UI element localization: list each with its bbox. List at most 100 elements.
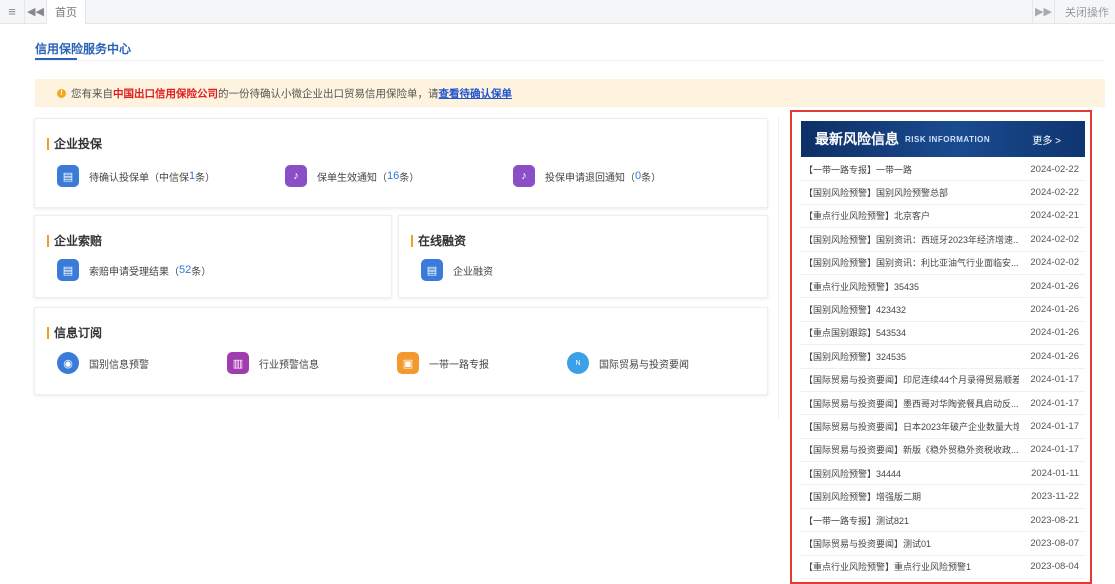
risk-item-date: 2023-08-04 bbox=[1030, 561, 1079, 573]
risk-item-date: 2024-02-22 bbox=[1030, 163, 1079, 175]
industry-alert-item[interactable]: ▥ 行业预警信息 bbox=[227, 352, 319, 374]
country-alert-item[interactable]: ◉ 国别信息预警 bbox=[57, 352, 149, 374]
risk-subtitle: RISK INFORMATION bbox=[905, 134, 991, 144]
risk-item-title[interactable]: 【国别风险预警】国别风险预警总部 bbox=[804, 186, 948, 199]
risk-item-date: 2024-02-02 bbox=[1030, 233, 1079, 245]
risk-item-title[interactable]: 【重点行业风险预警】北京客户 bbox=[804, 209, 930, 222]
risk-item-date: 2024-01-26 bbox=[1030, 350, 1079, 362]
risk-item-date: 2024-01-11 bbox=[1031, 467, 1079, 479]
risk-info-panel: 最新风险信息 RISK INFORMATION 更多 > 【一带一路专报】一带一… bbox=[790, 110, 1092, 584]
warning-icon: ! bbox=[57, 88, 66, 98]
subscribe-card: 信息订阅 ◉ 国别信息预警 ▥ 行业预警信息 ▣ 一带一路专报 N 国际贸易与投… bbox=[34, 307, 768, 395]
risk-item-date: 2023-08-07 bbox=[1030, 537, 1079, 549]
risk-list-item[interactable]: 【国际贸易与投资要闻】日本2023年破产企业数量大增 2024-01-17 bbox=[801, 415, 1085, 439]
risk-title: 最新风险信息 bbox=[815, 131, 899, 147]
risk-list-item[interactable]: 【国别风险预警】国别风险预警总部 2024-02-22 bbox=[801, 181, 1085, 205]
finance-document-icon: ▤ bbox=[421, 259, 443, 281]
risk-item-title[interactable]: 【国别风险预警】增强版二期 bbox=[804, 490, 921, 503]
claim-card-title: 企业索赔 bbox=[47, 232, 102, 249]
risk-list-item[interactable]: 【重点国别跟踪】543534 2024-01-26 bbox=[801, 322, 1085, 346]
risk-header: 最新风险信息 RISK INFORMATION 更多 > bbox=[801, 121, 1085, 157]
risk-list-item[interactable]: 【国际贸易与投资要闻】测试01 2023-08-07 bbox=[801, 532, 1085, 556]
trade-news-item[interactable]: N 国际贸易与投资要闻 bbox=[567, 352, 689, 374]
document-check-icon: ▤ bbox=[57, 165, 79, 187]
pending-insure-item[interactable]: ▤ 待确认投保单（中信保 1 条） bbox=[57, 165, 215, 187]
risk-list-item[interactable]: 【国别风险预警】34444 2024-01-11 bbox=[801, 462, 1085, 486]
clipboard-icon: ▤ bbox=[57, 259, 79, 281]
claim-card: 企业索赔 ▤ 索赔申请受理结果（ 52 条） bbox=[34, 215, 392, 298]
view-pending-policy-link[interactable]: 查看待确认保单 bbox=[439, 86, 513, 101]
risk-item-title[interactable]: 【重点国别跟踪】543534 bbox=[804, 326, 906, 339]
menu-icon[interactable]: ≡ bbox=[0, 0, 24, 24]
risk-list-item[interactable]: 【国别风险预警】324535 2024-01-26 bbox=[801, 345, 1085, 369]
risk-list-item[interactable]: 【重点行业风险预警】重点行业风险预警1 2023-08-04 bbox=[801, 556, 1085, 580]
risk-list-item[interactable]: 【国际贸易与投资要闻】墨西哥对华陶瓷餐具启动反... 2024-01-17 bbox=[801, 392, 1085, 416]
risk-item-title[interactable]: 【国别风险预警】423432 bbox=[804, 303, 906, 316]
risk-list-item[interactable]: 【重点行业风险预警】35435 2024-01-26 bbox=[801, 275, 1085, 299]
tab-scroll-left-icon[interactable]: ◀◀ bbox=[24, 0, 46, 24]
risk-item-title[interactable]: 【国别风险预警】国别资讯：西班牙2023年经济增速... bbox=[804, 233, 1019, 246]
risk-item-title[interactable]: 【重点行业风险预警】35435 bbox=[804, 280, 919, 293]
risk-item-date: 2023-08-21 bbox=[1030, 514, 1079, 526]
risk-item-title[interactable]: 【国际贸易与投资要闻】印尼连续44个月录得贸易顺差 bbox=[804, 373, 1019, 386]
risk-item-title[interactable]: 【一带一路专报】测试821 bbox=[804, 514, 909, 527]
risk-item-title[interactable]: 【国别风险预警】324535 bbox=[804, 350, 906, 363]
risk-item-title[interactable]: 【国际贸易与投资要闻】日本2023年破产企业数量大增 bbox=[804, 420, 1019, 433]
risk-item-date: 2024-02-02 bbox=[1030, 257, 1079, 269]
policy-effective-item[interactable]: ♪ 保单生效通知（ 16 条） bbox=[285, 165, 419, 187]
risk-item-title[interactable]: 【一带一路专报】一带一路 bbox=[804, 163, 912, 176]
close-operations-button[interactable]: 关闭操作 bbox=[1054, 0, 1115, 24]
risk-item-date: 2024-01-26 bbox=[1030, 280, 1079, 292]
risk-item-date: 2024-01-17 bbox=[1030, 444, 1079, 456]
risk-item-date: 2024-01-17 bbox=[1030, 397, 1079, 409]
notice-company: 中国出口信用保险公司 bbox=[113, 87, 218, 100]
subscribe-card-title: 信息订阅 bbox=[47, 324, 102, 341]
risk-list-item[interactable]: 【一带一路专报】一带一路 2024-02-22 bbox=[801, 158, 1085, 182]
risk-list-item[interactable]: 【国别风险预警】国别资讯：利比亚油气行业面临安... 2024-02-02 bbox=[801, 252, 1085, 275]
title-divider bbox=[35, 60, 1105, 61]
insure-returned-item[interactable]: ♪ 投保申请退回通知（ 0 条） bbox=[513, 165, 661, 187]
risk-item-title[interactable]: 【国别风险预警】国别资讯：利比亚油气行业面临安... bbox=[804, 256, 1019, 269]
risk-list-item[interactable]: 【国际贸易与投资要闻】印尼连续44个月录得贸易顺差 2024-01-17 bbox=[801, 369, 1085, 392]
risk-item-date: 2023-11-22 bbox=[1031, 491, 1079, 503]
risk-item-title[interactable]: 【国际贸易与投资要闻】墨西哥对华陶瓷餐具启动反... bbox=[804, 397, 1019, 410]
notice-banner: ! 您有来自 中国出口信用保险公司 的一份待确认小微企业出口贸易信用保险单，请 … bbox=[35, 79, 1105, 107]
belt-road-report-item[interactable]: ▣ 一带一路专报 bbox=[397, 352, 489, 374]
risk-item-date: 2024-01-26 bbox=[1030, 304, 1079, 316]
risk-item-title[interactable]: 【国际贸易与投资要闻】新版《稳外贸稳外资税收政... bbox=[804, 443, 1019, 456]
risk-list-item[interactable]: 【国别风险预警】国别资讯：西班牙2023年经济增速... 2024-02-02 bbox=[801, 228, 1085, 252]
risk-list: 【一带一路专报】一带一路 2024-02-22 【国别风险预警】国别风险预警总部 20… bbox=[801, 158, 1085, 580]
risk-item-date: 2024-02-21 bbox=[1030, 210, 1079, 222]
bell-icon: ♪ bbox=[285, 165, 307, 187]
finance-card-title: 在线融资 bbox=[411, 232, 466, 249]
column-divider bbox=[778, 118, 779, 418]
page-title: 信用保险服务中心 bbox=[35, 42, 132, 56]
tab-scroll-right-icon[interactable]: ▶▶ bbox=[1032, 0, 1054, 24]
bell-icon: ♪ bbox=[513, 165, 535, 187]
claim-result-item[interactable]: ▤ 索赔申请受理结果（ 52 条） bbox=[57, 259, 211, 281]
risk-item-title[interactable]: 【国际贸易与投资要闻】测试01 bbox=[804, 537, 931, 550]
risk-item-title[interactable]: 【重点行业风险预警】重点行业风险预警1 bbox=[804, 560, 971, 573]
risk-item-date: 2024-01-26 bbox=[1030, 327, 1079, 339]
risk-more-link[interactable]: 更多 > bbox=[1032, 132, 1061, 147]
risk-list-item[interactable]: 【国别风险预警】423432 2024-01-26 bbox=[801, 298, 1085, 322]
risk-list-item[interactable]: 【重点行业风险预警】北京客户 2024-02-21 bbox=[801, 205, 1085, 229]
finance-card: 在线融资 ▤ 企业融资 bbox=[398, 215, 768, 298]
risk-item-title[interactable]: 【国别风险预警】34444 bbox=[804, 467, 901, 480]
report-icon: ▣ bbox=[397, 352, 419, 374]
tab-bar: ≡ ◀◀ 首页 ▶▶ 关闭操作 bbox=[0, 0, 1115, 24]
risk-item-date: 2024-01-17 bbox=[1030, 374, 1079, 386]
enterprise-finance-item[interactable]: ▤ 企业融资 bbox=[421, 259, 493, 281]
risk-list-item[interactable]: 【国别风险预警】增强版二期 2023-11-22 bbox=[801, 485, 1085, 509]
tab-home[interactable]: 首页 bbox=[46, 0, 86, 24]
insure-card: 企业投保 ▤ 待确认投保单（中信保 1 条） ♪ 保单生效通知（ 16 条） ♪ … bbox=[34, 118, 768, 208]
risk-item-date: 2024-01-17 bbox=[1030, 420, 1079, 432]
industry-icon: ▥ bbox=[227, 352, 249, 374]
risk-list-item[interactable]: 【一带一路专报】测试821 2023-08-21 bbox=[801, 509, 1085, 533]
insure-card-title: 企业投保 bbox=[47, 135, 102, 152]
news-icon: N bbox=[567, 352, 589, 374]
notice-prefix: 您有来自 bbox=[71, 87, 113, 100]
globe-alert-icon: ◉ bbox=[57, 352, 79, 374]
risk-list-item[interactable]: 【国际贸易与投资要闻】新版《稳外贸稳外资税收政... 2024-01-17 bbox=[801, 439, 1085, 463]
risk-item-date: 2024-02-22 bbox=[1030, 187, 1079, 199]
